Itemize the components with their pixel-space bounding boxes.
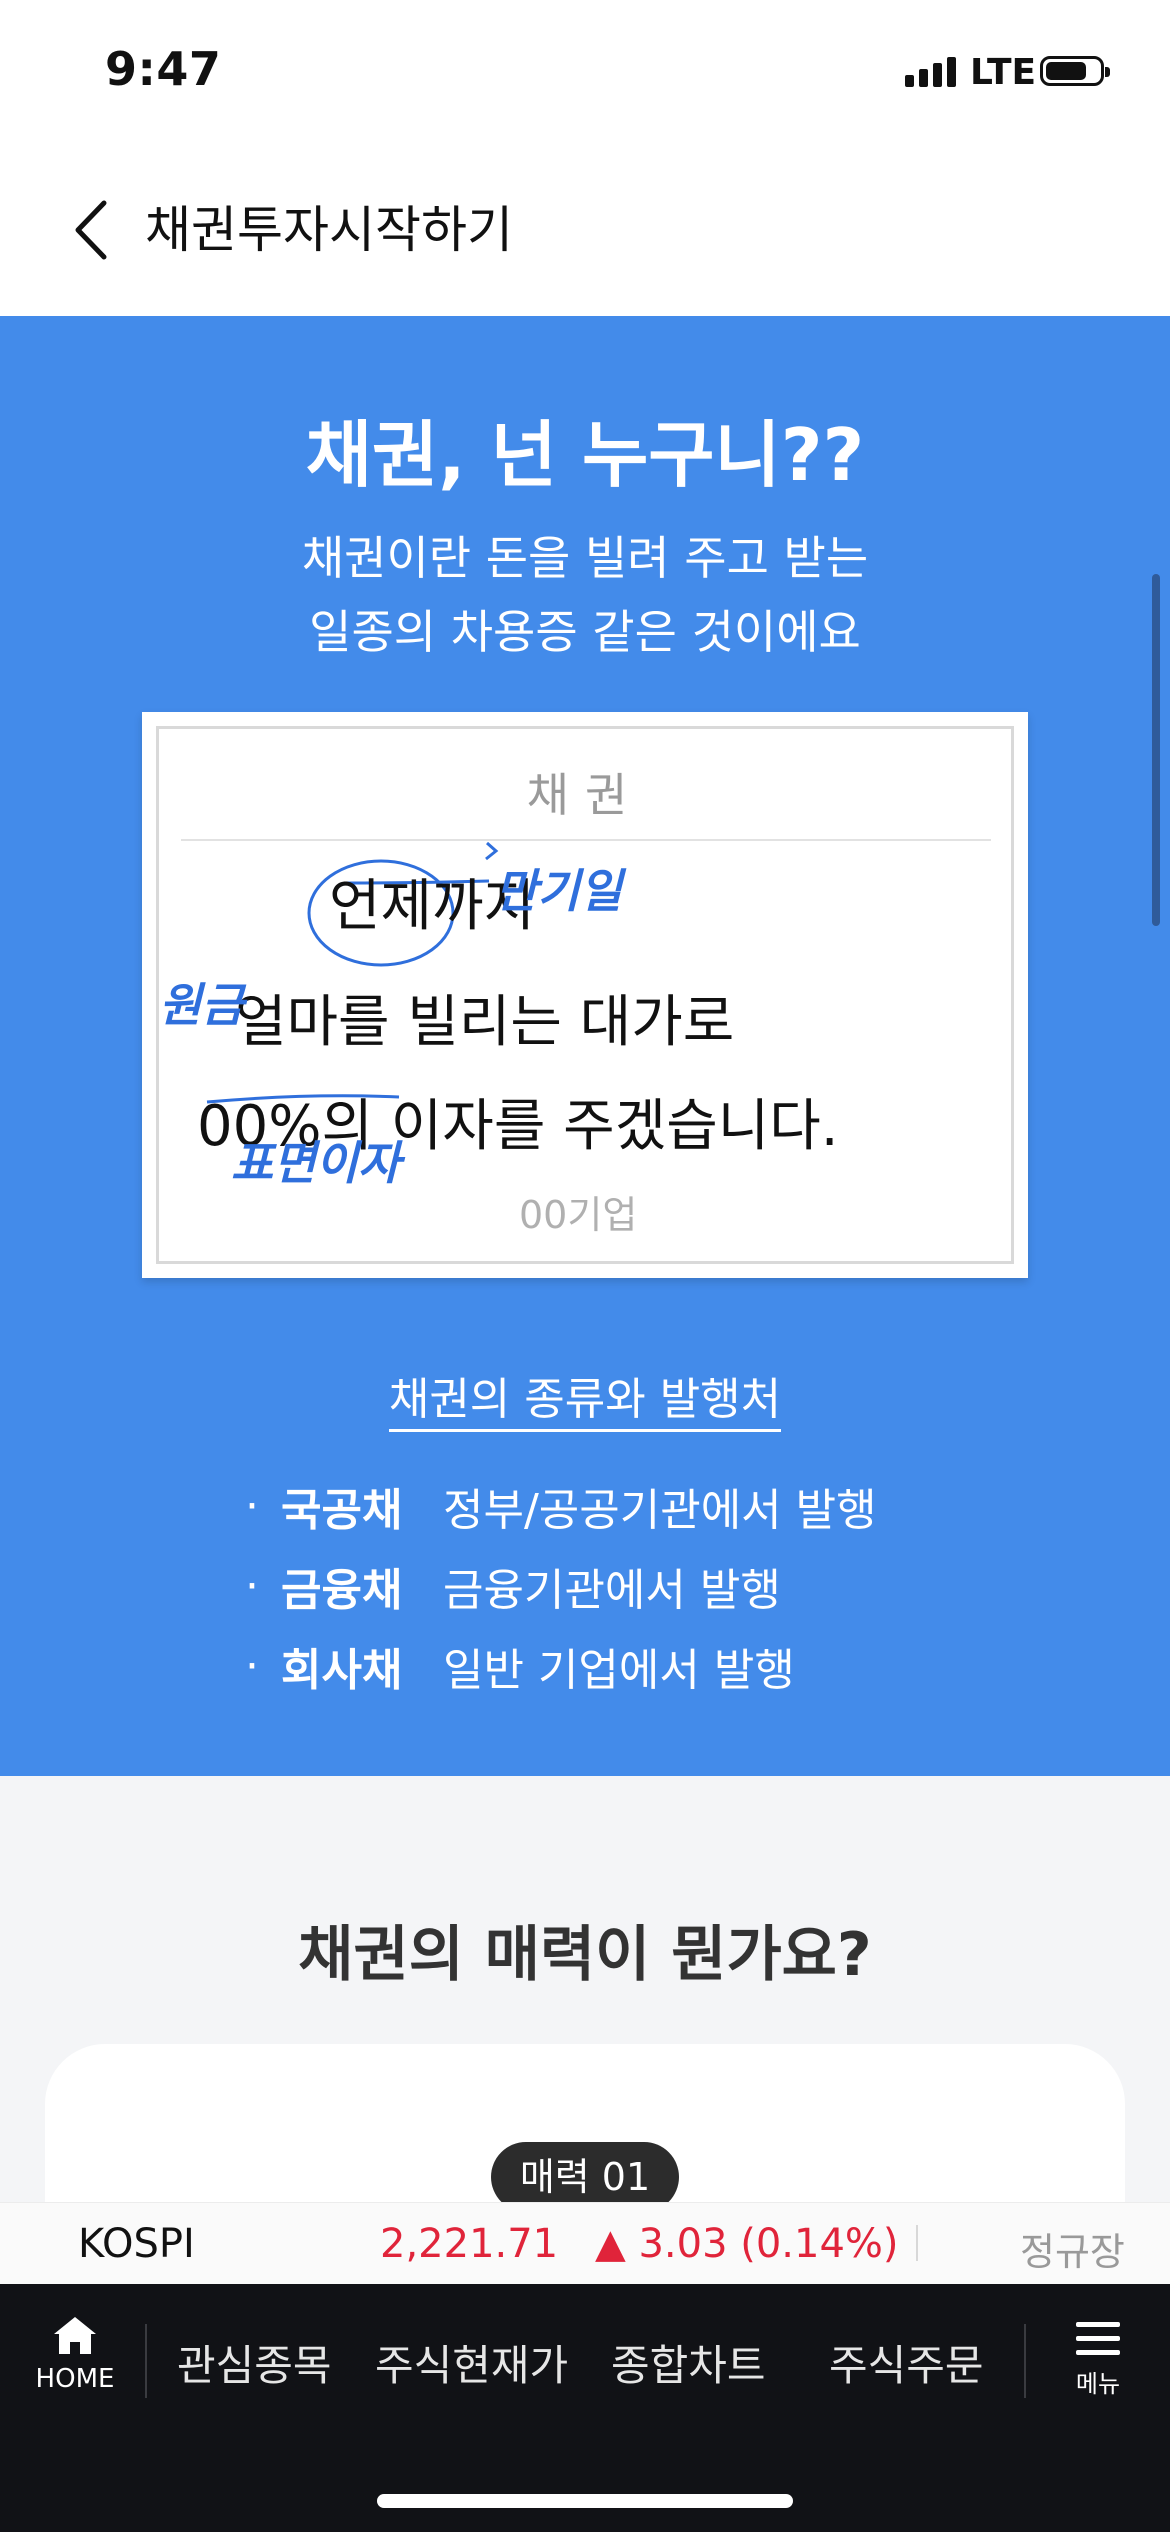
nav-item-watchlist[interactable]: 관심종목 — [177, 2332, 332, 2393]
list-item: · 금융채 금융기관에서 발행 — [245, 1546, 877, 1626]
hamburger-menu-icon — [1068, 2322, 1128, 2355]
app-header: 채권투자시작하기 — [0, 150, 1170, 316]
bottom-navigation: HOME 관심종목 주식현재가 종합차트 주식주문 메뉴 — [0, 2284, 1170, 2532]
ticker-index-name: KOSPI — [78, 2221, 195, 2267]
ticker-change: ▲ 3.03 (0.14%) — [595, 2221, 899, 2267]
bullet-icon: · — [245, 1560, 259, 1612]
bond-appeal-section: 채권의 매력이 뭔가요? 매력 01 — [0, 1776, 1170, 2344]
bond-intro-section: 채권, 넌 누구니?? 채권이란 돈을 빌려 주고 받는 일종의 차용증 같은 … — [0, 316, 1170, 1776]
annotation-coupon: 표면이자 — [231, 1136, 401, 1190]
scrollbar[interactable] — [1152, 574, 1160, 926]
cellular-signal-icon — [905, 57, 956, 87]
bond-type-name: 회사채 — [281, 1645, 403, 1696]
bond-types-title-text: 채권의 종류와 발행처 — [388, 1374, 782, 1432]
nav-menu[interactable]: 메뉴 — [1068, 2322, 1128, 2399]
bond-certificate-frame: 채권 언제까지 얼마를 빌리는 대가로 00%의 이자를 주겠습니다. 만기일 … — [156, 726, 1014, 1264]
intro-subtitle: 채권이란 돈을 빌려 주고 받는 일종의 차용증 같은 것이에요 — [0, 521, 1170, 669]
bond-type-desc: 정부/공공기관에서 발행 — [443, 1485, 877, 1536]
certificate-issuer: 00기업 — [519, 1193, 638, 1237]
list-item: · 회사채 일반 기업에서 발행 — [245, 1626, 877, 1706]
bond-type-desc: 일반 기업에서 발행 — [443, 1645, 795, 1696]
bullet-icon: · — [245, 1480, 259, 1532]
ticker-divider — [916, 2225, 918, 2261]
nav-item-order[interactable]: 주식주문 — [829, 2332, 984, 2393]
bond-type-name: 국공채 — [281, 1485, 403, 1536]
market-ticker[interactable]: KOSPI 2,221.71 ▲ 3.03 (0.14%) 정규장 — [0, 2202, 1170, 2285]
bond-types-list: · 국공채 정부/공공기관에서 발행 · 금융채 금융기관에서 발행 · 회사채… — [245, 1466, 877, 1706]
back-arrow-icon[interactable] — [70, 195, 120, 265]
intro-subtitle-line1: 채권이란 돈을 빌려 주고 받는 — [301, 531, 869, 585]
home-indicator — [377, 2494, 793, 2508]
certificate-line-principal: 얼마를 빌리는 대가로 — [235, 990, 735, 1055]
status-time: 9:47 — [105, 42, 222, 96]
ticker-value: 2,221.71 — [380, 2221, 559, 2267]
nav-item-chart[interactable]: 종합차트 — [611, 2332, 766, 2393]
intro-title: 채권, 넌 누구니?? — [305, 413, 865, 497]
bullet-icon: · — [245, 1640, 259, 1692]
appeal-title: 채권의 매력이 뭔가요? — [298, 1920, 872, 1990]
annotation-maturity: 만기일 — [495, 864, 622, 918]
bond-certificate-card: 채권 언제까지 얼마를 빌리는 대가로 00%의 이자를 주겠습니다. 만기일 … — [142, 712, 1028, 1278]
nav-menu-label: 메뉴 — [1075, 2370, 1121, 2398]
nav-divider — [1024, 2324, 1026, 2398]
nav-item-stock-price[interactable]: 주식현재가 — [375, 2332, 568, 2393]
nav-home-label: HOME — [35, 2364, 115, 2394]
bond-type-name: 금융채 — [281, 1565, 403, 1616]
bond-types-title: 채권의 종류와 발행처 — [0, 1363, 1170, 1432]
annotation-principal: 원금 — [159, 978, 244, 1032]
network-type: LTE — [970, 52, 1037, 93]
nav-home[interactable]: HOME — [30, 2314, 120, 2394]
bond-type-desc: 금융기관에서 발행 — [443, 1565, 781, 1616]
nav-divider — [145, 2324, 147, 2398]
list-item: · 국공채 정부/공공기관에서 발행 — [245, 1466, 877, 1546]
battery-icon — [1040, 56, 1110, 86]
ticker-session: 정규장 — [1020, 2230, 1125, 2274]
intro-subtitle-line2: 일종의 차용증 같은 것이에요 — [309, 605, 861, 659]
status-bar: 9:47 LTE — [0, 0, 1170, 150]
page-title: 채권투자시작하기 — [145, 201, 513, 259]
home-icon — [54, 2317, 96, 2354]
